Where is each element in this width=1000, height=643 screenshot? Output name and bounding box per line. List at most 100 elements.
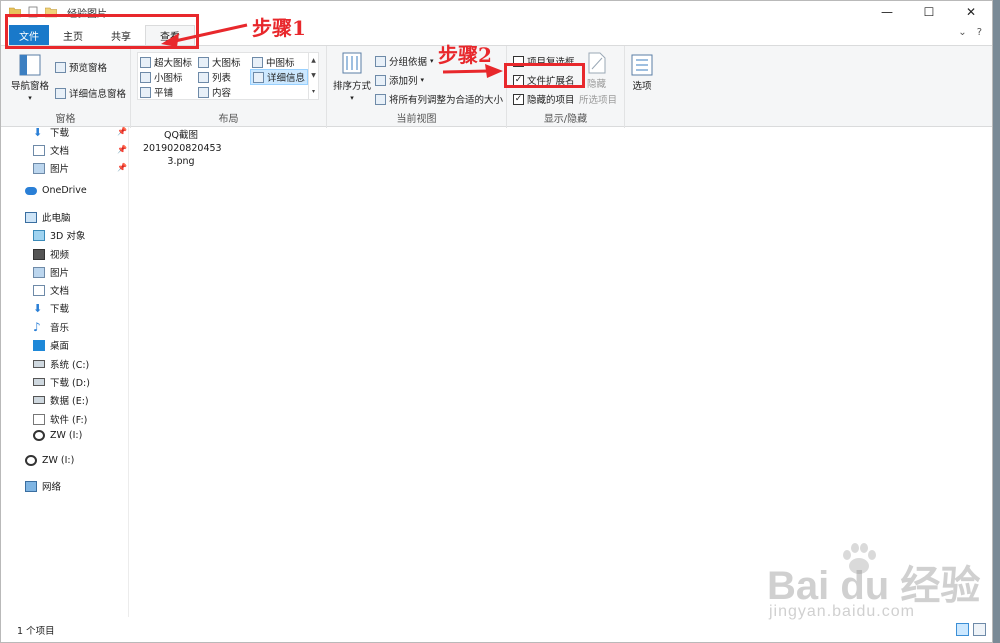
hidden-items-checkbox[interactable]: ✓ — [513, 93, 524, 105]
content-icon — [198, 86, 209, 98]
navigation-pane: ⬇ 下载 📌 文档 📌 图片 📌 OneDrive 此电脑 3D 对象 视频 图… — [1, 127, 129, 617]
hide-selected-button[interactable]: 隐藏 — [587, 52, 606, 90]
pane-group: 导航窗格 ▾ 预览窗格 详细信息窗格 窗格 — [1, 46, 131, 128]
layout-large-icons[interactable]: 大图标 — [198, 55, 241, 69]
nav-item-desktop[interactable]: 桌面 — [33, 338, 69, 352]
hide-page-icon — [588, 52, 605, 74]
sort-by-button[interactable]: 排序方式 ▾ — [333, 52, 371, 102]
fit-columns-button[interactable]: 将所有列调整为合适的大小 — [375, 92, 503, 106]
nav-item-music[interactable]: ♪ 音乐 — [33, 320, 69, 335]
nav-item-documents[interactable]: 文档 — [33, 283, 69, 297]
nav-item-pictures[interactable]: 图片 — [33, 265, 69, 279]
show-hide-group-label: 显示/隐藏 — [543, 114, 588, 125]
layout-details[interactable]: 详细信息 — [250, 69, 309, 85]
file-name-line3: 3.png — [167, 156, 195, 167]
group-by-button[interactable]: 分组依据 ▾ — [375, 54, 434, 68]
desktop-icon — [33, 339, 45, 351]
cloud-icon — [25, 186, 37, 195]
nav-item-pictures-pinned[interactable]: 图片 — [33, 161, 69, 175]
tiles-icon — [140, 86, 151, 98]
nav-item-downloads[interactable]: ⬇ 下载 — [33, 301, 69, 316]
layout-gallery: 超大图标 大图标 中图标 小图标 列表 详细信息 平铺 内容 ▲ ▼ ▾ — [137, 52, 319, 100]
video-icon — [33, 248, 45, 260]
nav-item-network[interactable]: 网络 — [25, 479, 61, 493]
nav-item-this-pc[interactable]: 此电脑 — [25, 210, 71, 224]
hidden-items-option[interactable]: ✓ 隐藏的项目 — [513, 92, 575, 106]
download-icon: ⬇ — [33, 301, 43, 315]
nav-item-drive-i[interactable]: ZW (I:) — [33, 430, 82, 441]
ribbon-expand-icon[interactable]: ⌄ — [958, 27, 966, 38]
drive-icon — [33, 396, 45, 404]
nav-item-videos[interactable]: 视频 — [33, 247, 69, 261]
details-pane-button[interactable]: 详细信息窗格 — [55, 86, 126, 100]
layout-gallery-scroll[interactable]: ▲ ▼ ▾ — [308, 53, 318, 99]
file-name-line1: QQ截图 — [164, 130, 198, 141]
explorer-window: 经验图片 — ☐ ✕ 文件 主页 共享 查看 ⌄ ? 导航窗格 ▾ 预览窗格 详… — [0, 0, 993, 643]
nav-item-3d-objects[interactable]: 3D 对象 — [33, 228, 85, 242]
watermark-url: jingyan.baidu.com — [769, 603, 915, 620]
dropdown-arrow-icon: ▾ — [420, 76, 425, 84]
network-icon — [25, 480, 37, 492]
cube-icon — [33, 229, 45, 241]
list-icon — [198, 71, 209, 83]
layout-extra-large-icons[interactable]: 超大图标 — [140, 55, 192, 69]
baidu-watermark: Bai du 经验 jingyan.baidu.com — [759, 541, 980, 636]
disc-icon — [33, 430, 45, 441]
pin-icon: 📌 — [117, 163, 127, 172]
minimize-button[interactable]: — — [866, 1, 908, 23]
layout-content[interactable]: 内容 — [198, 85, 231, 99]
file-item[interactable]: QQ截图 2019020820453 3.png — [143, 129, 222, 168]
nav-item-onedrive[interactable]: OneDrive — [25, 185, 87, 196]
help-button[interactable]: ? — [977, 27, 982, 38]
dropdown-arrow-icon: ▾ — [430, 57, 434, 65]
nav-item-zw-drive[interactable]: ZW (I:) — [25, 455, 74, 466]
layout-list[interactable]: 列表 — [198, 70, 231, 84]
preview-pane-icon — [55, 61, 66, 73]
disc-icon — [25, 455, 37, 466]
item-count: 1 个项目 — [17, 626, 55, 637]
large-icons-icon — [198, 56, 209, 68]
picture-icon — [33, 266, 45, 278]
drive-icon — [33, 360, 45, 368]
current-view-group-label: 当前视图 — [396, 114, 437, 125]
nav-pane-button[interactable]: 导航窗格 ▾ — [11, 54, 49, 102]
step1-label: 步骤1 — [252, 16, 306, 40]
document-icon — [33, 284, 45, 296]
file-name-line2: 2019020820453 — [143, 143, 222, 154]
file-icon — [33, 413, 45, 425]
group-by-icon — [375, 55, 386, 67]
maximize-button[interactable]: ☐ — [908, 1, 950, 23]
gallery-expand-icon[interactable]: ▾ — [312, 88, 315, 95]
ribbon: 导航窗格 ▾ 预览窗格 详细信息窗格 窗格 布局 超大图标 大图标 中图标 小图… — [1, 45, 992, 128]
layout-medium-icons[interactable]: 中图标 — [252, 55, 295, 69]
pane-group-label: 窗格 — [55, 114, 76, 125]
pin-icon: 📌 — [117, 145, 127, 154]
options-button[interactable]: 选项 — [631, 54, 653, 92]
layout-group-label: 布局 — [218, 114, 239, 125]
layout-small-icons[interactable]: 小图标 — [140, 70, 183, 84]
nav-item-drive-e[interactable]: 数据 (E:) — [33, 393, 89, 407]
large-icons-view-icon[interactable] — [973, 623, 986, 636]
nav-item-drive-f[interactable]: 软件 (F:) — [33, 412, 87, 426]
document-icon — [33, 144, 45, 156]
scroll-up-icon[interactable]: ▲ — [311, 57, 316, 64]
close-button[interactable]: ✕ — [950, 1, 992, 23]
preview-pane-button[interactable]: 预览窗格 — [55, 60, 107, 74]
add-column-icon — [375, 74, 386, 86]
nav-item-downloads-pinned[interactable]: ⬇ 下载 — [33, 125, 69, 140]
nav-item-drive-c[interactable]: 系统 (C:) — [33, 357, 89, 371]
small-icons-icon — [140, 71, 151, 83]
nav-item-documents-pinned[interactable]: 文档 — [33, 143, 69, 157]
navigation-pane-icon — [19, 54, 41, 76]
download-icon: ⬇ — [33, 125, 43, 139]
computer-icon — [25, 211, 37, 223]
add-column-button[interactable]: 添加列 ▾ — [375, 73, 424, 87]
nav-item-drive-d[interactable]: 下载 (D:) — [33, 375, 90, 389]
drive-icon — [33, 378, 45, 386]
layout-tiles[interactable]: 平铺 — [140, 85, 173, 99]
scroll-down-icon[interactable]: ▼ — [311, 72, 316, 79]
dropdown-arrow-icon: ▾ — [28, 94, 32, 102]
window-controls: — ☐ ✕ — [866, 1, 992, 23]
fit-columns-icon — [375, 93, 386, 105]
details-icon — [253, 71, 264, 83]
